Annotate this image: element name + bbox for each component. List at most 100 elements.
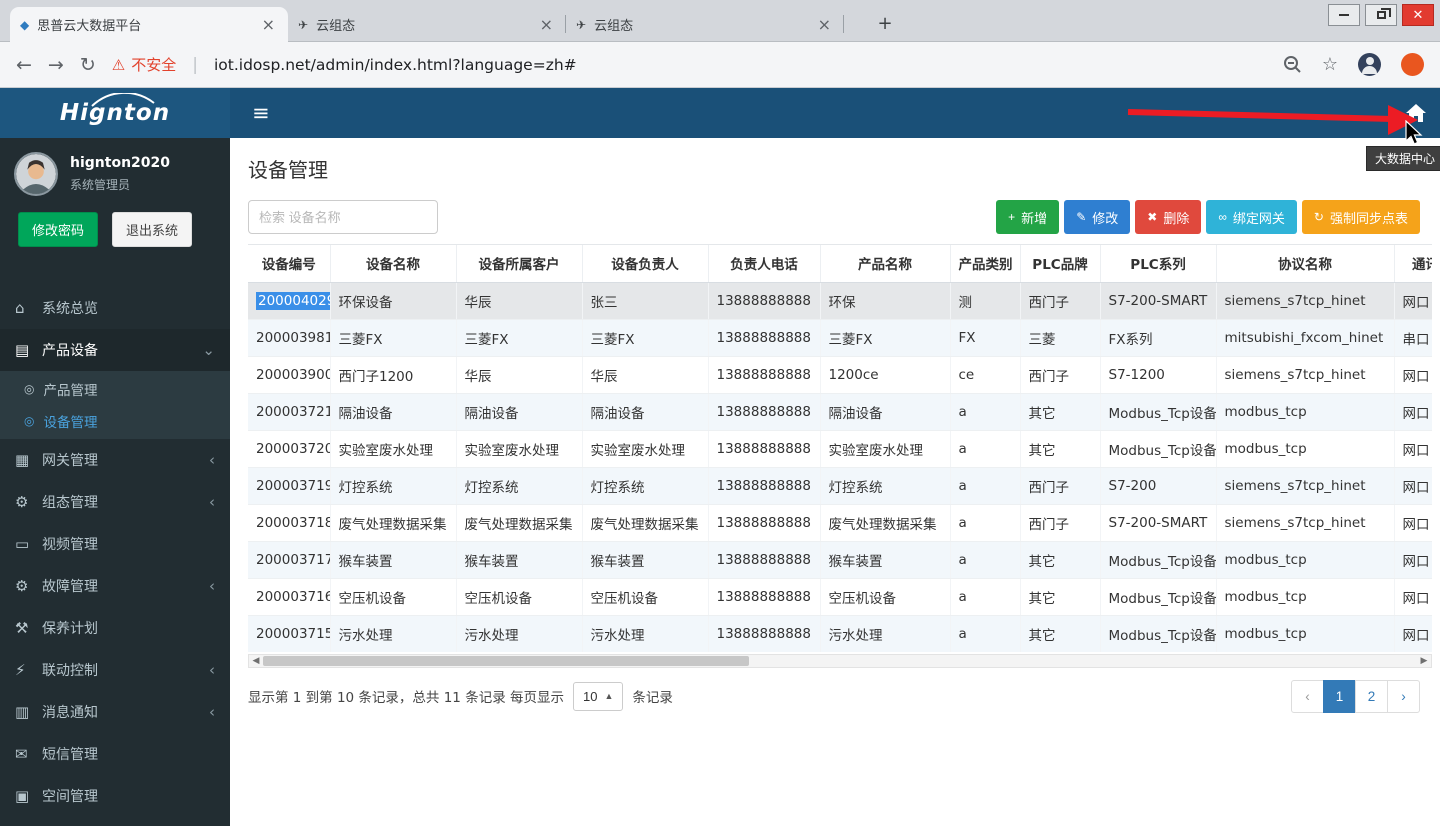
cell: 13888888888 <box>708 282 820 319</box>
close-button-icon[interactable]: ✕ <box>1402 4 1434 26</box>
cell: 200003719 <box>248 467 330 504</box>
sidebar-toggle-icon[interactable]: ≡ <box>244 88 278 138</box>
fault-gears-icon: ⚙ <box>15 577 42 595</box>
sidebar-item-maintenance[interactable]: ⚒保养计划 <box>0 607 230 649</box>
chevron-left-icon: ‹ <box>209 451 215 469</box>
minimize-button-icon[interactable] <box>1328 4 1360 26</box>
scroll-right-icon[interactable]: ▶ <box>1417 655 1431 667</box>
table-row[interactable]: 200003715污水处理污水处理污水处理13888888888污水处理a其它M… <box>248 615 1432 652</box>
back-icon[interactable]: ← <box>16 54 32 76</box>
table-row[interactable]: 200003718废气处理数据采集废气处理数据采集废气处理数据采集1388888… <box>248 504 1432 541</box>
column-header[interactable]: 产品名称 <box>820 245 950 282</box>
browser-tab[interactable]: ◆思普云大数据平台× <box>10 7 288 42</box>
sidebar-item-fault[interactable]: ⚙故障管理‹ <box>0 565 230 607</box>
table-row[interactable]: 200003716空压机设备空压机设备空压机设备13888888888空压机设备… <box>248 578 1432 615</box>
table-row[interactable]: 200003719灯控系统灯控系统灯控系统13888888888灯控系统a西门子… <box>248 467 1432 504</box>
home-icon <box>1406 104 1426 122</box>
column-header[interactable]: 产品类别 <box>950 245 1020 282</box>
scroll-left-icon[interactable]: ◀ <box>249 655 263 667</box>
warning-triangle-icon: ⚠ <box>112 56 125 74</box>
submenu-item-product-mgmt[interactable]: ◎产品管理 <box>0 373 230 405</box>
table-row[interactable]: 200003717猴车装置猴车装置猴车装置13888888888猴车装置a其它M… <box>248 541 1432 578</box>
sidebar-item-message[interactable]: ▥消息通知‹ <box>0 691 230 733</box>
tab-close-icon[interactable]: × <box>259 15 278 34</box>
zoom-icon[interactable] <box>1283 55 1302 74</box>
column-header[interactable]: 设备所属客户 <box>456 245 582 282</box>
table-row[interactable]: 200003981三菱FX三菱FX三菱FX13888888888三菱FXFX三菱… <box>248 319 1432 356</box>
table-row[interactable]: 200003721隔油设备隔油设备隔油设备13888888888隔油设备a其它M… <box>248 393 1432 430</box>
column-header[interactable]: 设备名称 <box>330 245 456 282</box>
column-header[interactable]: 设备负责人 <box>582 245 708 282</box>
chevron-left-icon: ‹ <box>209 703 215 721</box>
url-text[interactable]: iot.idosp.net/admin/index.html?language=… <box>214 56 1267 74</box>
user-panel: hignton2020 系统管理员 <box>0 138 230 204</box>
security-indicator[interactable]: ⚠ 不安全 <box>112 54 176 75</box>
pager-page-1-button[interactable]: 1 <box>1323 680 1356 713</box>
browser-tab[interactable]: ✈云组态× <box>566 7 844 42</box>
cell: modbus_tcp <box>1216 578 1394 615</box>
cell: ce <box>950 356 1020 393</box>
sidebar-item-overview[interactable]: ⌂系统总览 <box>0 287 230 329</box>
sidebar-item-space[interactable]: ▣空间管理 <box>0 775 230 817</box>
cell: 其它 <box>1020 578 1100 615</box>
cell: 西门子 <box>1020 504 1100 541</box>
sidebar-item-scada[interactable]: ⚙组态管理‹ <box>0 481 230 523</box>
cell: 灯控系统 <box>330 467 456 504</box>
linkage-icon: ⚡ <box>15 661 42 679</box>
pager-page-2-button[interactable]: 2 <box>1355 680 1388 713</box>
column-header[interactable]: 通讯方式 <box>1394 245 1432 282</box>
toolbar-add-button[interactable]: +新增 <box>996 200 1059 234</box>
sidebar-item-video[interactable]: ▭视频管理 <box>0 523 230 565</box>
page-size-dropdown[interactable]: 10 ▲ <box>573 682 623 711</box>
cell: 华辰 <box>582 356 708 393</box>
column-header[interactable]: 设备编号 <box>248 245 330 282</box>
search-input[interactable] <box>248 200 438 234</box>
menu-label: 网关管理 <box>42 450 98 470</box>
column-header[interactable]: PLC系列 <box>1100 245 1216 282</box>
browser-tab-strip: ◆思普云大数据平台×✈云组态×✈云组态× + ✕ <box>0 0 1440 42</box>
restore-button-icon[interactable] <box>1365 4 1397 26</box>
toolbar-button-label: 强制同步点表 <box>1330 208 1408 227</box>
home-button[interactable] <box>1398 88 1434 138</box>
cell: Modbus_Tcp设备 <box>1100 393 1216 430</box>
username: hignton2020 <box>70 155 170 171</box>
sidebar-item-sms[interactable]: ✉短信管理 <box>0 733 230 775</box>
browser-profile-icon[interactable] <box>1358 53 1381 76</box>
submenu-item-device-mgmt[interactable]: ◎设备管理 <box>0 405 230 437</box>
table-row[interactable]: 200003900西门子1200华辰华辰138888888881200cece西… <box>248 356 1432 393</box>
sidebar-menu: ⌂系统总览▤产品设备⌄◎产品管理◎设备管理▦网关管理‹⚙组态管理‹▭视频管理⚙故… <box>0 287 230 817</box>
toolbar-force-sync-button[interactable]: ↻强制同步点表 <box>1302 200 1420 234</box>
logout-button[interactable]: 退出系统 <box>112 212 192 247</box>
pager-next-button[interactable]: › <box>1387 680 1420 713</box>
toolbar-bind-gateway-button[interactable]: ∞绑定网关 <box>1206 200 1297 234</box>
toolbar-button-label: 绑定网关 <box>1233 208 1285 227</box>
new-tab-button[interactable]: + <box>872 11 898 37</box>
pager-prev-button[interactable]: ‹ <box>1291 680 1324 713</box>
table-row[interactable]: 200003720实验室废水处理实验室废水处理实验室废水处理1388888888… <box>248 430 1432 467</box>
column-header[interactable]: PLC品牌 <box>1020 245 1100 282</box>
space-card-icon: ▣ <box>15 787 42 805</box>
reload-icon[interactable]: ↻ <box>80 54 96 76</box>
browser-tab[interactable]: ✈云组态× <box>288 7 566 42</box>
horizontal-scrollbar[interactable]: ◀ ▶ <box>248 654 1432 668</box>
tab-close-icon[interactable]: × <box>537 15 556 34</box>
forward-icon[interactable]: → <box>48 54 64 76</box>
sidebar-item-linkage[interactable]: ⚡联动控制‹ <box>0 649 230 691</box>
change-password-button[interactable]: 修改密码 <box>18 212 98 247</box>
browser-extension-icon[interactable] <box>1401 53 1424 76</box>
toolbar-delete-button[interactable]: ✖删除 <box>1135 200 1201 234</box>
table-header-row: 设备编号设备名称设备所属客户设备负责人负责人电话产品名称产品类别PLC品牌PLC… <box>248 245 1432 282</box>
cell: 200003717 <box>248 541 330 578</box>
sidebar-item-product-device[interactable]: ▤产品设备⌄ <box>0 329 230 371</box>
table-row[interactable]: 200004029环保设备华辰张三13888888888环保测西门子S7-200… <box>248 282 1432 319</box>
bookmark-star-icon[interactable]: ☆ <box>1322 54 1338 75</box>
pencil-icon: ✎ <box>1076 210 1086 224</box>
column-header[interactable]: 协议名称 <box>1216 245 1394 282</box>
cell: 网口 <box>1394 504 1432 541</box>
tab-close-icon[interactable]: × <box>815 15 834 34</box>
sidebar-item-gateway[interactable]: ▦网关管理‹ <box>0 439 230 481</box>
toolbar-edit-button[interactable]: ✎修改 <box>1064 200 1130 234</box>
cloud-scada-favicon: ✈ <box>576 18 586 32</box>
column-header[interactable]: 负责人电话 <box>708 245 820 282</box>
scrollbar-thumb[interactable] <box>263 656 749 666</box>
